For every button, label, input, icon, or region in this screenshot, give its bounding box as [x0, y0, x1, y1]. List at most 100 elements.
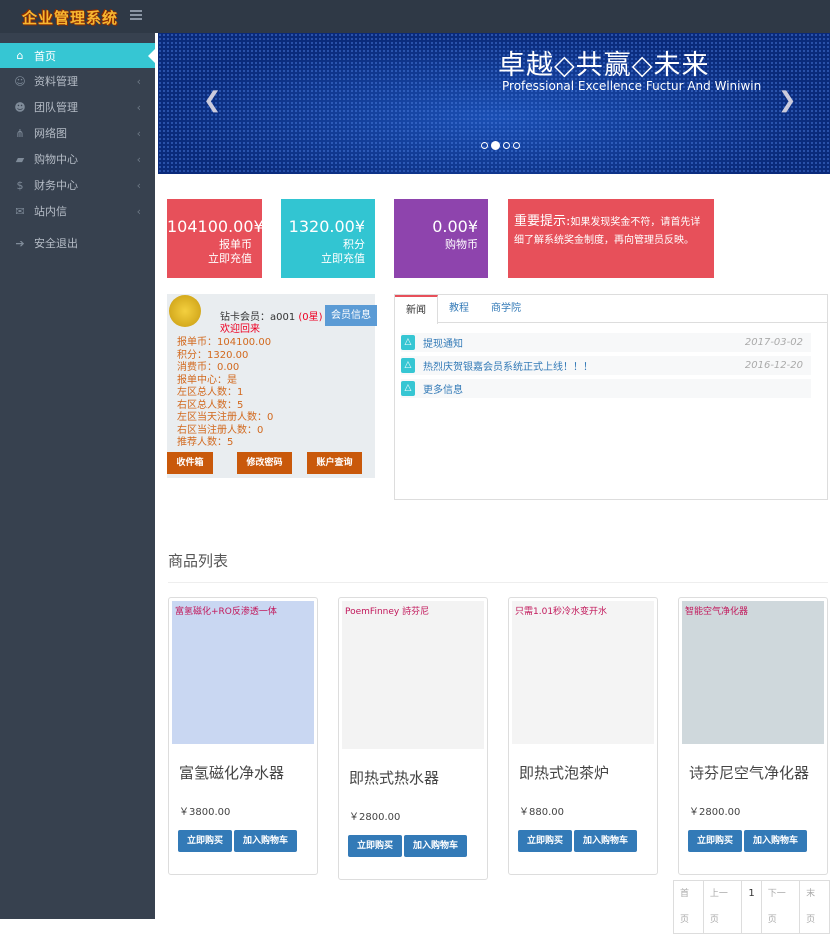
news-date: 2016-12-20: [744, 360, 803, 371]
product-card: 只需1.01秒冷水变开水 即热式泡茶炉 ￥880.00 立即购买 加入购物车: [508, 597, 658, 875]
page-link[interactable]: 首页: [674, 881, 704, 933]
member-detail: 报单中心：是: [177, 374, 237, 386]
carousel-dot[interactable]: [503, 142, 510, 149]
stat-value: 0.00¥: [432, 217, 478, 236]
buy-now-button[interactable]: 立即购买: [688, 830, 743, 852]
product-image[interactable]: PoemFinney 詩芬尼: [342, 601, 484, 749]
member-info-button[interactable]: 会员信息: [325, 305, 377, 326]
dollar-icon: $: [16, 178, 24, 192]
world-map-background: [158, 33, 830, 174]
sidebar-item-label: 网络图: [34, 127, 67, 140]
chevron-left-icon: ‹: [136, 126, 141, 140]
tab[interactable]: 新闻: [395, 295, 438, 324]
section-title: 商品列表: [168, 552, 229, 570]
avatar: [169, 295, 201, 327]
buy-now-button[interactable]: 立即购买: [518, 830, 573, 852]
bell-icon: △: [401, 381, 415, 396]
recharge-link[interactable]: 立即充值: [281, 252, 365, 266]
news-item[interactable]: △ 更多信息: [401, 379, 811, 398]
member-detail: 右区当注册人数：0: [177, 424, 264, 436]
carousel-dot[interactable]: [481, 142, 488, 149]
sidebar-item[interactable]: ⌂ 首页: [0, 43, 155, 68]
sidebar-item[interactable]: ✉ 站内信 ‹: [0, 198, 155, 224]
news-title[interactable]: 提现通知: [423, 335, 463, 350]
banner-carousel: 卓越◇共赢◇未来 Professional Excellence Fuctur …: [158, 33, 830, 174]
chevron-left-icon: ‹: [136, 204, 141, 218]
product-image[interactable]: 只需1.01秒冷水变开水: [512, 601, 654, 744]
bell-icon: △: [401, 358, 415, 373]
stat-label: 报单币: [219, 238, 252, 251]
menu-toggle-icon[interactable]: [130, 10, 142, 20]
recharge-link[interactable]: 立即充值: [167, 252, 252, 266]
carousel-dot[interactable]: [491, 141, 500, 150]
product-price: ￥2800.00: [689, 807, 741, 818]
sidebar-item[interactable]: $ 财务中心 ‹: [0, 172, 155, 198]
buy-now-button[interactable]: 立即购买: [178, 830, 233, 852]
news-date: 2017-03-02: [744, 337, 803, 348]
member-detail: 左区当天注册人数：0: [177, 412, 274, 423]
page-link[interactable]: 上一页: [704, 881, 743, 933]
buy-now-button[interactable]: 立即购买: [348, 835, 403, 857]
product-image[interactable]: 富氢磁化+RO反渗透一体: [172, 601, 314, 744]
carousel-dot[interactable]: [513, 142, 520, 149]
member-separator: ：: [260, 312, 270, 323]
stat-value: 104100.00¥: [167, 217, 264, 236]
member-action-button[interactable]: 修改密码: [237, 452, 292, 474]
product-name[interactable]: 诗芬尼空气净化器: [689, 762, 827, 783]
divider: [168, 582, 828, 583]
stat-card[interactable]: 1320.00¥ 积分 立即充值: [281, 199, 375, 278]
product-card: 富氢磁化+RO反渗透一体 富氢磁化净水器 ￥3800.00 立即购买 加入购物车: [168, 597, 318, 875]
sidebar-item[interactable]: ☺ 资料管理 ‹: [0, 68, 155, 94]
page-link[interactable]: 1: [742, 881, 762, 933]
product-buttons: 立即购买 加入购物车: [178, 830, 317, 852]
add-to-cart-button[interactable]: 加入购物车: [404, 835, 468, 857]
stat-card[interactable]: 0.00¥ 购物币: [394, 199, 488, 278]
page-link[interactable]: 末页: [800, 881, 829, 933]
sidebar-item-label: 购物中心: [34, 153, 78, 166]
carousel-indicators[interactable]: [481, 141, 520, 150]
tab[interactable]: 教程: [438, 295, 480, 322]
stat-label: 购物币: [445, 238, 478, 251]
member-detail: 消费币：0.00: [177, 362, 240, 373]
stat-card[interactable]: 104100.00¥ 报单币 立即充值: [167, 199, 264, 278]
chevron-left-icon: ‹: [136, 152, 141, 166]
chevron-left-icon[interactable]: ❮: [203, 88, 221, 113]
page-link[interactable]: 下一页: [762, 881, 801, 933]
member-action-button[interactable]: 收件箱: [167, 452, 213, 474]
sidebar-item-label: 安全退出: [34, 237, 78, 250]
chevron-right-icon[interactable]: ❯: [778, 88, 796, 113]
sidebar-item[interactable]: ➔ 安全退出: [0, 230, 155, 256]
product-name[interactable]: 即热式热水器: [349, 767, 487, 788]
sidebar-item[interactable]: ⋔ 网络图 ‹: [0, 120, 155, 146]
banner-subtitle: Professional Excellence Fuctur And Winiw…: [502, 79, 762, 93]
news-item[interactable]: △ 提现通知 2017-03-02: [401, 333, 811, 352]
tab[interactable]: 商学院: [480, 295, 532, 322]
sidebar-item[interactable]: ▰ 购物中心 ‹: [0, 146, 155, 172]
product-buttons: 立即购买 加入购物车: [518, 830, 657, 852]
sidebar-item-label: 首页: [34, 49, 56, 63]
chevron-left-icon: ‹: [136, 178, 141, 192]
add-to-cart-button[interactable]: 加入购物车: [574, 830, 638, 852]
member-action-button[interactable]: 账户查询: [307, 452, 362, 474]
banner-title: 卓越◇共赢◇未来: [498, 50, 710, 81]
member-detail: 左区总人数：1: [177, 387, 244, 398]
member-detail: 积分：1320.00: [177, 349, 249, 361]
product-card: PoemFinney 詩芬尼 即热式热水器 ￥2800.00 立即购买 加入购物车: [338, 597, 488, 880]
product-name[interactable]: 富氢磁化净水器: [179, 762, 317, 783]
member-stars: (0星): [298, 312, 323, 323]
news-item[interactable]: △ 热烈庆贺银嘉会员系统正式上线！！！ 2016-12-20: [401, 356, 811, 375]
welcome-text: 欢迎回来: [220, 324, 260, 335]
news-title[interactable]: 热烈庆贺银嘉会员系统正式上线！！！: [423, 358, 593, 373]
sidebar-item[interactable]: ☻ 团队管理 ‹: [0, 94, 155, 120]
sidebar-item-label: 资料管理: [34, 75, 78, 88]
logout-icon: ➔: [15, 236, 25, 250]
product-buttons: 立即购买 加入购物车: [688, 830, 827, 852]
chevron-left-icon: ‹: [136, 100, 141, 114]
news-title[interactable]: 更多信息: [423, 381, 463, 396]
add-to-cart-button[interactable]: 加入购物车: [744, 830, 808, 852]
product-name[interactable]: 即热式泡茶炉: [519, 762, 657, 783]
chevron-left-icon: ‹: [136, 74, 141, 88]
product-image[interactable]: 智能空气净化器: [682, 601, 824, 744]
logo: 企业管理系统: [22, 9, 119, 27]
add-to-cart-button[interactable]: 加入购物车: [234, 830, 298, 852]
